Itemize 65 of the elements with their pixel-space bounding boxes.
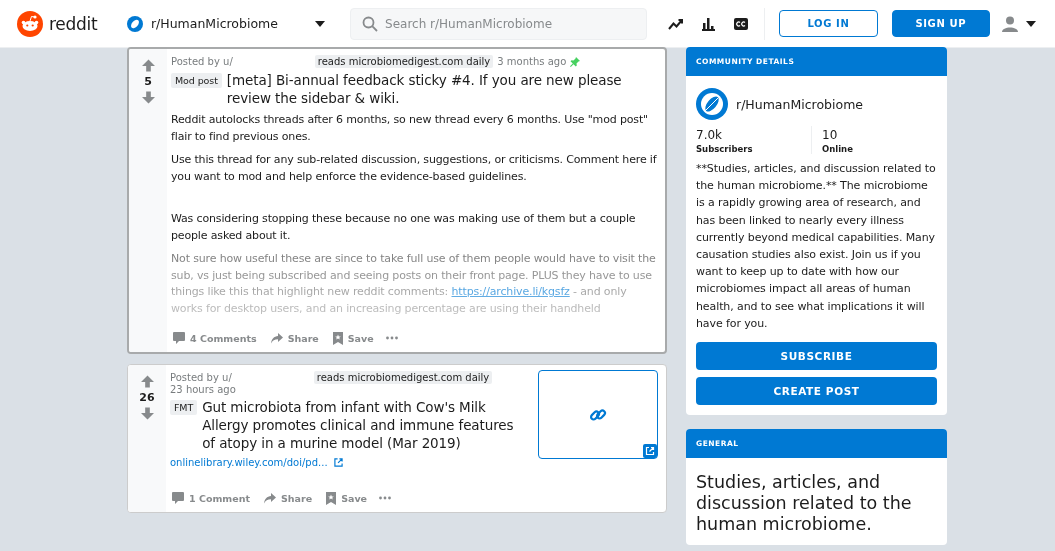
share-icon [263,492,276,504]
comment-icon [172,492,184,504]
link-thumbnail[interactable] [538,370,658,459]
post-link[interactable]: https://archive.li/kgsfz [451,285,570,298]
community-icon [696,88,728,120]
post-card[interactable] [127,47,667,354]
more-icon[interactable] [379,496,391,500]
stat-label: Online [822,144,854,154]
post-paragraph: Use this thread for any sub-related discussion, suggestions, or criticisms. Comment here if you want to mod and help enforce the evidence-based guidelines. [171,152,657,185]
post-paragraph: Not sure how useful these are since to take full use of them people would have to visit the sub, vs just being subscribed and seeing posts on their front page. PLUS they have to use things like this that highlight new reddit comments: https://archive.li/kgsfz - and only works for desktop users, and an increasing percentage are using their handheld [171,251,657,317]
post-title[interactable]: [meta] Bi-annual feedback sticky #4. If you are new please review the sidebar & wiki. [226,71,657,107]
vote-count: 26 [139,391,155,404]
login-button[interactable]: LOG IN [779,10,878,37]
comments-button[interactable]: 4 Comments [171,330,259,346]
share-button[interactable]: Share [261,490,315,506]
author-text: Posted by u/ [171,56,233,67]
stat-label: Subscribers [696,144,754,154]
upvote-icon[interactable] [141,59,155,72]
domain-link[interactable]: onlinelibrary.wiley.com/doi/pd... [170,457,328,468]
captions-icon[interactable] [734,17,749,30]
post-flair: FMT [170,400,198,415]
caret-icon [315,20,326,27]
community-dropdown[interactable]: r/HumanMicrobiome [122,5,330,42]
stat-value: 7.0k [696,128,724,142]
user-flair: reads microbiomedigest.com daily [314,55,494,68]
bookmark-icon [326,491,337,505]
upvote-icon[interactable] [140,375,154,388]
share-button[interactable]: Share [268,330,321,346]
sidebar-button[interactable]: SUBSCRIBE [696,342,937,371]
community-icon [126,15,143,32]
logo-icon[interactable] [17,10,43,37]
caret-icon [1026,20,1036,27]
external-link-icon[interactable] [333,458,343,467]
external-link-icon [643,444,657,458]
trending-icon[interactable] [668,17,685,30]
save-button[interactable]: Save [324,489,369,507]
general-text: Studies, articles, and discussion related to the human microbiome. [696,472,913,536]
post-time: 3 months ago [497,56,567,67]
comments-button[interactable]: 1 Comment [170,490,252,506]
more-icon[interactable] [385,336,398,340]
user-icon [1002,15,1018,32]
user-flair: reads microbiomedigest.com daily [313,371,493,384]
post-time: 23 hours ago [170,384,236,395]
sidebar-button[interactable]: CREATE POST [696,377,937,406]
stat-value: 10 [822,128,839,142]
author-text: Posted by u/ [170,372,232,383]
post-card[interactable] [127,364,667,513]
downvote-icon[interactable] [140,407,154,420]
post-paragraph: Reddit autolocks threads after 6 months, so new thread every 6 months. Use "mod post" flair to find previous ones. [171,112,649,145]
downvote-icon[interactable] [141,91,155,104]
share-icon [270,332,283,344]
comment-icon [173,332,185,344]
save-button[interactable]: Save [330,329,376,347]
post-title[interactable]: Gut microbiota from infant with Cow's Milk Allergy promotes clinical and immune features of atopy in a murine model (Mar 2019) [202,398,528,452]
community-description: **Studies, articles, and discussion related to the human microbiome.** The microbiome is a rapidly growing area of research, and has been linked to nearly every illness currently beyond medical capabilities. Many causation studies also exist. Join us if you want to keep up to date with how our microbiomes impact all areas of human health, and to see what implications it will have for you. [696,161,937,332]
search-icon [362,15,379,32]
search-field[interactable]: Search r/HumanMicrobiome [350,7,648,40]
logo-wordmark[interactable]: reddit [49,13,98,34]
post-paragraph: Was considering stopping these because no one was making use of them but a couple people asked about it. [171,211,637,244]
bookmark-icon [332,331,343,345]
post-flair: Mod post [171,73,222,88]
vote-count: 5 [144,75,152,88]
bar-chart-icon[interactable] [702,16,717,31]
signup-button[interactable]: SIGN UP [891,10,990,37]
community-name[interactable]: r/HumanMicrobiome [736,96,863,112]
